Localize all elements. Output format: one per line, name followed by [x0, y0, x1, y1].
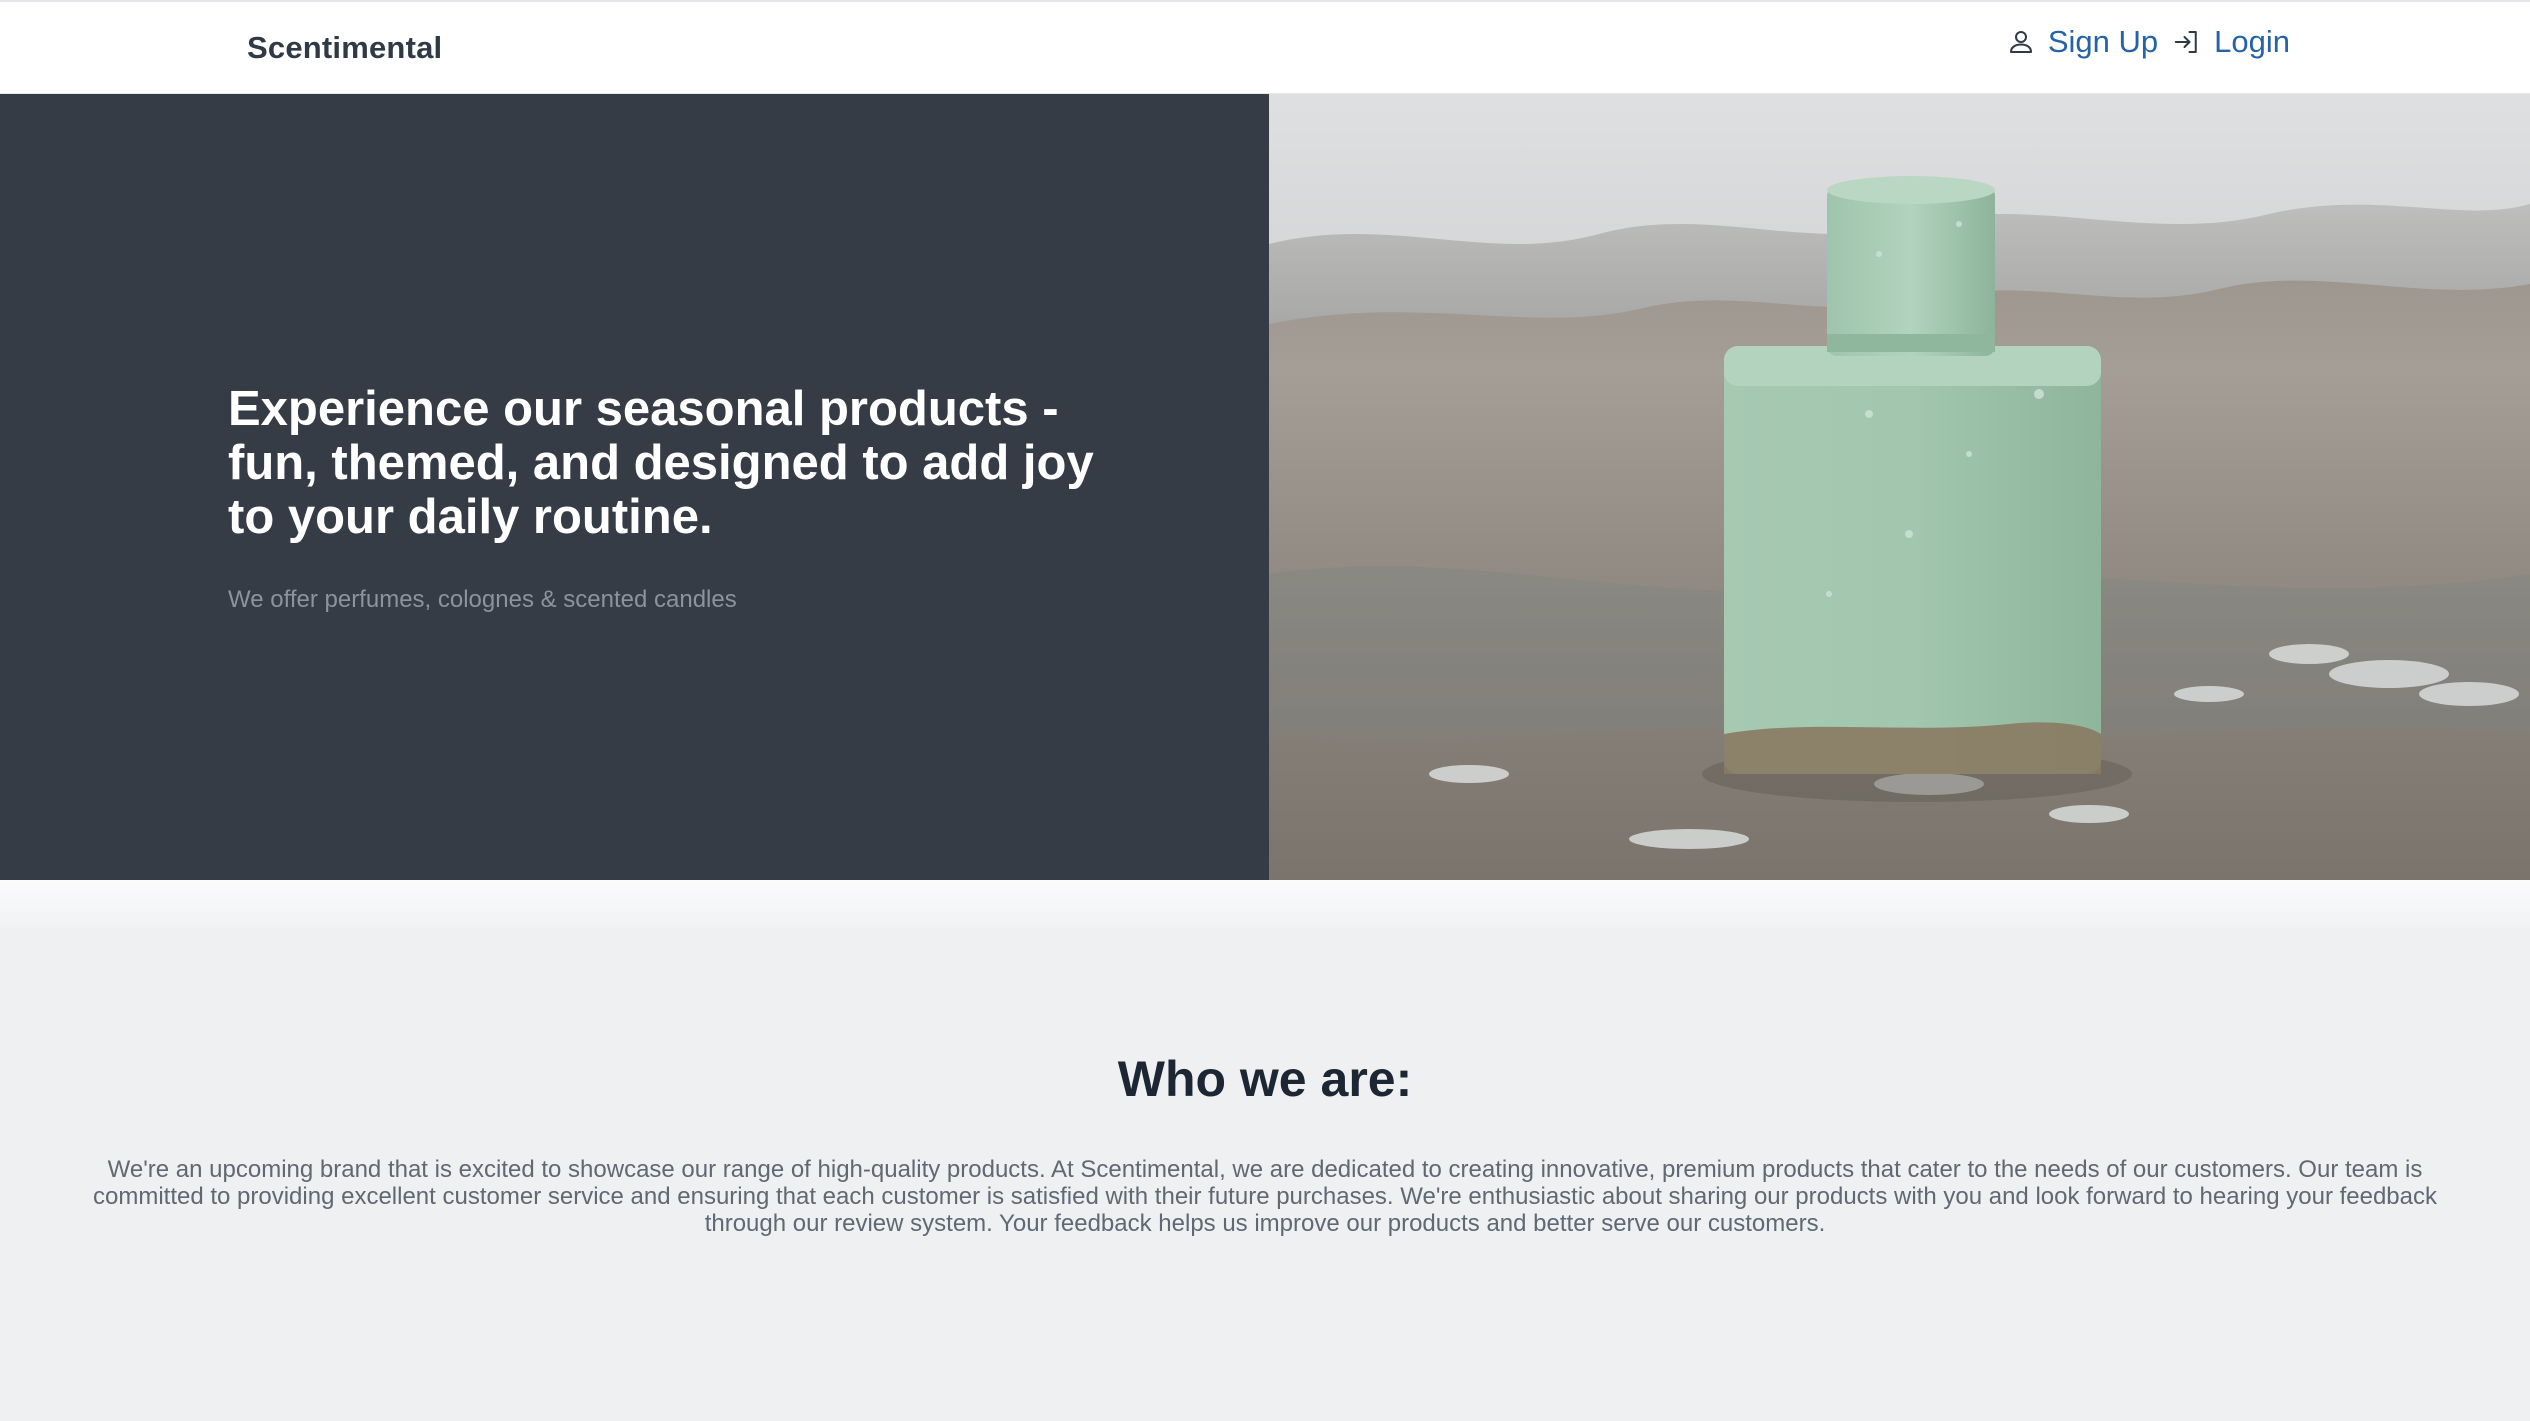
about-text: We're an upcoming brand that is excited …	[92, 1156, 2438, 1237]
hero-subtitle: We offer perfumes, colognes & scented ca…	[228, 586, 737, 613]
hero-title: Experience our seasonal products - fun, …	[228, 382, 1094, 544]
signup-label: Sign Up	[2047, 24, 2159, 59]
top-navbar: Scentimental Sign Up Login	[0, 0, 2530, 94]
user-icon	[2006, 27, 2036, 57]
about-title: Who we are:	[1117, 1051, 1413, 1107]
hero-image	[1269, 94, 2530, 880]
brand-logo[interactable]: Scentimental	[247, 30, 442, 66]
hero-text-panel: Experience our seasonal products - fun, …	[0, 94, 1269, 880]
login-icon	[2172, 27, 2202, 57]
perfume-bottle-image	[1269, 94, 2530, 880]
login-link[interactable]: Login	[2172, 24, 2290, 60]
nav-actions: Sign Up Login	[2006, 24, 2290, 60]
signup-link[interactable]: Sign Up	[2006, 24, 2158, 60]
login-label: Login	[2214, 24, 2290, 59]
hero-section: Experience our seasonal products - fun, …	[0, 94, 2530, 880]
section-divider	[0, 880, 2530, 928]
